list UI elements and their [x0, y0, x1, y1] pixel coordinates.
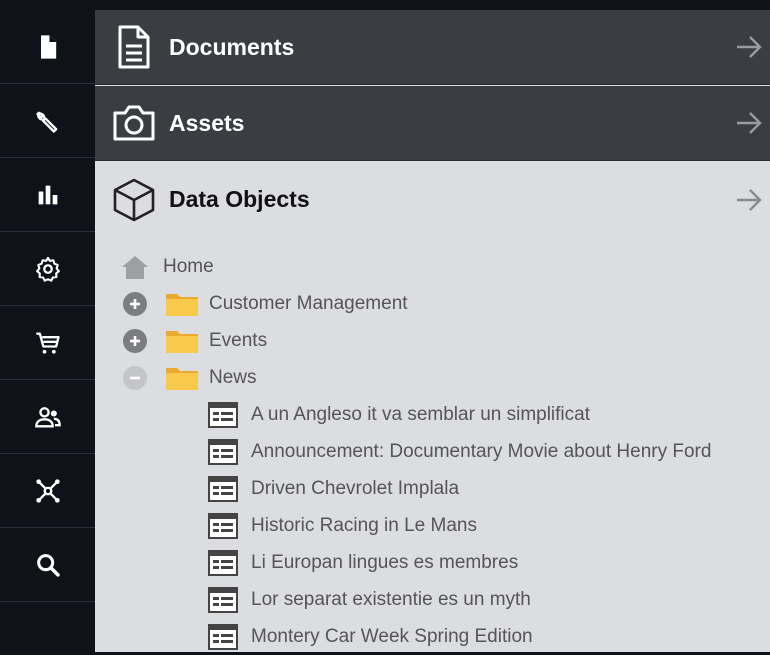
document-icon [110, 23, 158, 71]
tree-node-folder[interactable]: News [123, 359, 257, 396]
tree-node-label: Customer Management [209, 292, 408, 314]
main-panel: Documents Assets Data Objects Home Custo… [95, 0, 770, 652]
data-objects-panel-header[interactable]: Data Objects [95, 162, 770, 237]
arrow-right-icon[interactable] [734, 108, 764, 138]
rail-item-search[interactable] [0, 528, 95, 602]
news-object-icon [208, 512, 238, 539]
tree-node-object[interactable]: Li Europan lingues es membres [208, 544, 518, 581]
cart-icon [35, 332, 60, 354]
rail-item-datahub[interactable] [0, 454, 95, 528]
rail-item-reports[interactable] [0, 158, 95, 232]
wrench-icon [35, 111, 57, 133]
arrow-right-icon[interactable] [734, 32, 764, 62]
search-icon [36, 553, 60, 577]
rail-item-users[interactable] [0, 380, 95, 454]
tree-node-folder[interactable]: Events [123, 322, 267, 359]
tree-node-label: Lor separat existentie es un myth [251, 588, 531, 610]
tree-node-label: Events [209, 329, 268, 351]
folder-icon [166, 330, 198, 353]
cube-icon [110, 176, 158, 224]
news-object-icon [208, 438, 238, 465]
rail-item-settings[interactable] [0, 232, 95, 306]
tree-node-label: Montery Car Week Spring Edition [251, 625, 533, 647]
network-icon [35, 478, 60, 503]
news-object-icon [208, 475, 238, 502]
gear-icon [35, 256, 60, 282]
data-objects-title: Data Objects [169, 186, 310, 212]
document-icon [40, 34, 56, 59]
news-object-icon [208, 586, 238, 613]
assets-panel-header[interactable]: Assets [95, 86, 770, 161]
tree-node-object[interactable]: Lor separat existentie es un myth [208, 581, 531, 618]
rail-item-ecommerce[interactable] [0, 306, 95, 380]
news-object-icon [208, 549, 238, 576]
assets-title: Assets [169, 109, 245, 136]
camera-icon [110, 99, 158, 147]
tree-node-label: A un Angleso it va semblar un simplifica… [251, 403, 591, 425]
users-icon [34, 406, 61, 427]
minus-circle-icon[interactable] [123, 365, 147, 390]
tree-node-home[interactable]: Home [120, 248, 214, 285]
folder-icon [166, 367, 198, 390]
folder-icon [166, 293, 198, 316]
main-nav-rail [0, 0, 95, 652]
documents-panel-header[interactable]: Documents [95, 10, 770, 85]
tree-node-object[interactable]: Driven Chevrolet Implala [208, 470, 459, 507]
tree-node-label: News [209, 366, 257, 388]
plus-circle-icon[interactable] [123, 328, 147, 353]
tree-node-object[interactable]: Montery Car Week Spring Edition [208, 618, 533, 655]
bar-chart-icon [38, 185, 57, 204]
tree-node-object[interactable]: Announcement: Documentary Movie about He… [208, 433, 711, 470]
tree-node-label: Li Europan lingues es membres [251, 551, 519, 573]
news-object-icon [208, 623, 238, 650]
rail-item-documents[interactable] [0, 10, 95, 84]
tree-node-folder[interactable]: Customer Management [123, 285, 408, 322]
tree-node-object[interactable]: Historic Racing in Le Mans [208, 507, 477, 544]
tree-node-label: Home [163, 255, 214, 277]
tree-node-label: Historic Racing in Le Mans [251, 514, 477, 536]
home-icon [122, 255, 148, 279]
top-strip [95, 0, 770, 10]
arrow-right-icon[interactable] [734, 185, 764, 215]
tree-node-label: Announcement: Documentary Movie about He… [251, 440, 712, 462]
tree-node-object[interactable]: A un Angleso it va semblar un simplifica… [208, 396, 590, 433]
news-object-icon [208, 401, 238, 428]
documents-title: Documents [169, 33, 295, 60]
rail-item-tools[interactable] [0, 84, 95, 158]
tree-node-label: Driven Chevrolet Implala [251, 477, 460, 499]
plus-circle-icon[interactable] [123, 291, 147, 316]
